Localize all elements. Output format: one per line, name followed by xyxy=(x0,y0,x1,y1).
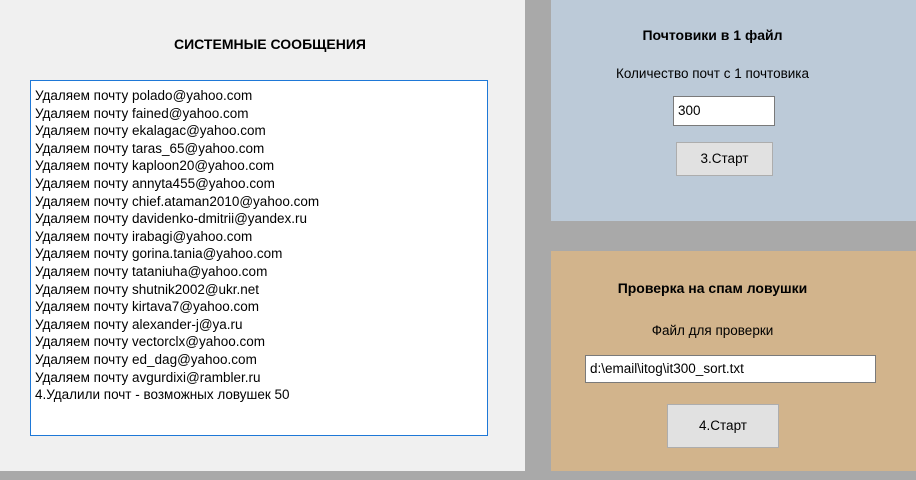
log-line: Удаляем почту ed_dag@yahoo.com xyxy=(35,351,257,367)
log-line: Удаляем почту fained@yahoo.com xyxy=(35,105,249,121)
log-line: Удаляем почту tataniuha@yahoo.com xyxy=(35,263,268,279)
log-line: Удаляем почту avgurdixi@rambler.ru xyxy=(35,369,261,385)
spam-file-label: Файл для проверки xyxy=(651,323,774,338)
system-messages-panel: СИСТЕМНЫЕ СООБЩЕНИЯ Удаляем почту polado… xyxy=(0,0,525,471)
log-line: Удаляем почту shutnik2002@ukr.net xyxy=(35,281,260,297)
system-messages-title: СИСТЕМНЫЕ СООБЩЕНИЯ xyxy=(174,36,366,52)
log-line: Удаляем почту kirtava7@yahoo.com xyxy=(35,299,260,315)
log-line: Удаляем почту polado@yahoo.com xyxy=(35,88,253,103)
mailers-count-input[interactable]: 300 xyxy=(673,96,775,126)
log-line: Удаляем почту irabagi@yahoo.com xyxy=(35,228,253,244)
spam-start-button[interactable]: 4.Старт xyxy=(667,404,779,448)
log-line: Удаляем почту davidenko-dmitrii@yandex.r… xyxy=(35,211,308,227)
system-messages-log[interactable]: Удаляем почту polado@yahoo.com Удаляем п… xyxy=(30,80,488,436)
spam-trap-check-panel: Проверка на спам ловушки Файл для провер… xyxy=(551,251,916,471)
log-summary-line: 4.Удалили почт - возможных ловушек 50 xyxy=(35,387,290,403)
log-line: Удаляем почту gorina.tania@yahoo.com xyxy=(35,246,283,262)
mailers-start-button[interactable]: 3.Старт xyxy=(676,142,773,176)
log-line: Удаляем почту kaploon20@yahoo.com xyxy=(35,158,275,174)
log-line: Удаляем почту taras_65@yahoo.com xyxy=(35,140,265,156)
spam-panel-title: Проверка на спам ловушки xyxy=(617,280,808,296)
mailers-count-label: Количество почт с 1 почтовика xyxy=(615,66,809,81)
log-line: Удаляем почту vectorclx@yahoo.com xyxy=(35,334,266,350)
log-line: Удаляем почту annyta455@yahoo.com xyxy=(35,175,275,191)
log-line: Удаляем почту alexander-j@ya.ru xyxy=(35,316,243,332)
mailers-panel-title: Почтовики в 1 файл xyxy=(642,27,783,43)
mailers-to-file-panel: Почтовики в 1 файл Количество почт с 1 п… xyxy=(551,0,916,221)
log-line: Удаляем почту ekalagac@yahoo.com xyxy=(35,123,266,139)
log-line: Удаляем почту chief.ataman2010@yahoo.com xyxy=(35,193,320,209)
spam-file-input[interactable]: d:\email\itog\it300_sort.txt xyxy=(585,355,876,383)
